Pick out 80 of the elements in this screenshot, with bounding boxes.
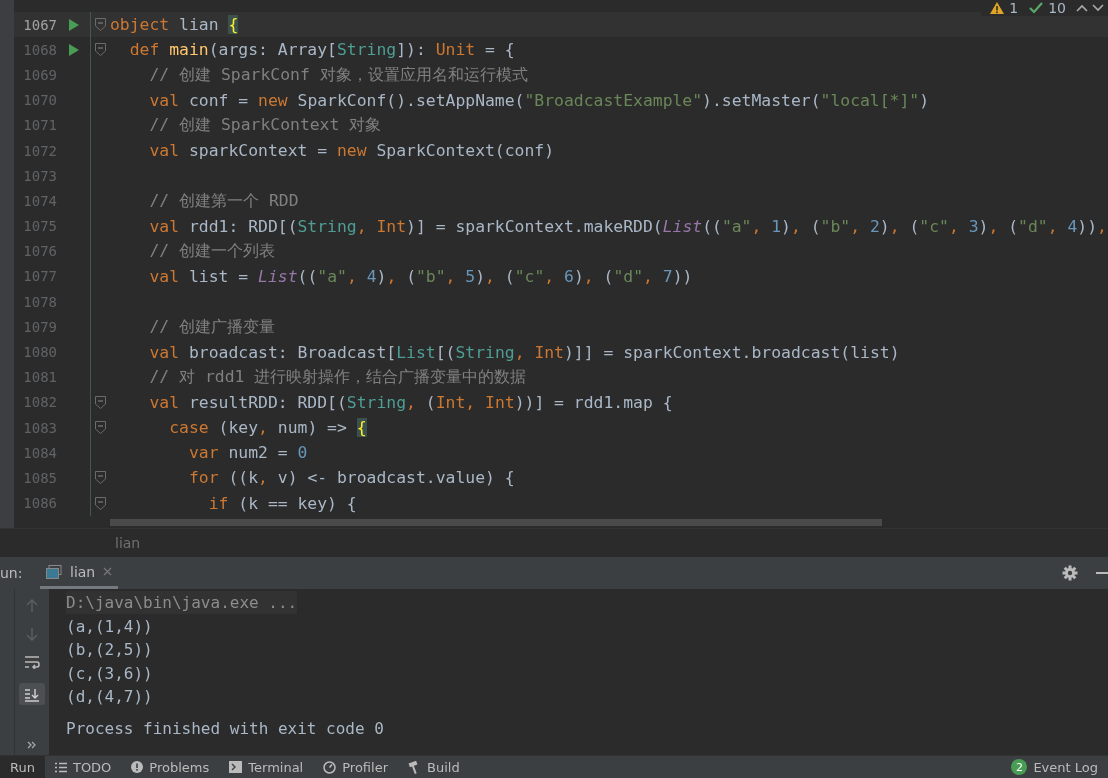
- tool-window-button[interactable]: Run: [0, 756, 45, 778]
- code-line: // 创建广播变量: [148, 315, 276, 338]
- line-number: 1080: [22, 344, 57, 361]
- code-line: // 创建第一个 RDD: [148, 189, 299, 212]
- line-number: 1084: [22, 444, 57, 461]
- close-icon[interactable]: [103, 567, 113, 576]
- settings-icon[interactable]: [1062, 565, 1078, 581]
- line-number: 1086: [22, 495, 57, 512]
- fold-icon[interactable]: [95, 421, 106, 435]
- list-icon: [54, 761, 67, 773]
- check-count: 10: [1048, 0, 1066, 16]
- code-line: if (k == key) {: [207, 493, 357, 513]
- code-line: val conf = new SparkConf().setAppName("BroadcastExample").setMaster("local[*]"): [148, 90, 930, 110]
- arrow-down-icon[interactable]: [26, 627, 38, 641]
- fold-icon[interactable]: [95, 395, 106, 409]
- code-line: var num2 = 0: [187, 443, 308, 463]
- scroll-to-end-button[interactable]: [19, 683, 45, 705]
- tool-window-button[interactable]: Problems: [121, 756, 220, 778]
- code-line: def main(args: Array[String]): Unit = {: [128, 40, 515, 60]
- chevron-up-icon[interactable]: [1076, 3, 1088, 13]
- code-line: // 创建 SparkConf 对象，设置应用名和运行模式: [148, 63, 528, 86]
- terminal-icon: [229, 761, 243, 773]
- warning-count: 1: [1009, 0, 1019, 16]
- fold-icon[interactable]: [95, 471, 106, 485]
- line-number: 1085: [22, 469, 57, 486]
- line-number: 1072: [22, 142, 57, 159]
- panel-title: un:: [0, 565, 24, 581]
- event-log-button[interactable]: 2 Event Log: [1001, 756, 1108, 778]
- fold-icon[interactable]: [95, 496, 106, 510]
- code-line: // 创建 SparkContext 对象: [148, 114, 382, 137]
- tool-window-button[interactable]: Terminal: [219, 756, 314, 778]
- code-line: val list = List(("a", 4), ("b", 5), ("c", 6), ("d", 7)): [148, 266, 693, 286]
- run-icon[interactable]: [68, 43, 79, 56]
- console-output: Process finished with exit code 0: [66, 718, 384, 738]
- code-line: case (key, num) => {: [168, 418, 367, 438]
- alert-icon: [131, 761, 144, 773]
- breadcrumb[interactable]: lian: [115, 535, 141, 551]
- fold-icon[interactable]: [95, 18, 106, 32]
- console-output: (a,(1,4)): [66, 616, 153, 636]
- line-number: 1079: [22, 318, 57, 335]
- line-number: 1067: [22, 16, 57, 33]
- check-icon: [1028, 1, 1045, 15]
- code-line: for ((k, v) <- broadcast.value) {: [187, 468, 515, 488]
- code-line: object lian {: [110, 15, 239, 35]
- line-number: 1075: [22, 218, 57, 235]
- line-number: 1069: [22, 66, 57, 83]
- fold-icon[interactable]: [95, 43, 106, 57]
- line-number: 1070: [22, 92, 57, 109]
- code-line: // 对 rdd1 进行映射操作，结合广播变量中的数据: [148, 366, 527, 389]
- scrollbar-thumb[interactable]: [110, 519, 882, 526]
- more-icon[interactable]: [27, 741, 37, 749]
- line-number: 1074: [22, 192, 57, 209]
- minimize-icon[interactable]: [1096, 571, 1108, 575]
- line-number: 1078: [22, 293, 57, 310]
- tool-window-button[interactable]: TODO: [44, 756, 122, 778]
- code-line: val sparkContext = new SparkContext(conf): [148, 141, 555, 161]
- gauge-icon: [323, 760, 337, 774]
- code-line: // 创建一个列表: [148, 240, 276, 263]
- console-output: (b,(2,5)): [66, 640, 153, 660]
- run-icon[interactable]: [68, 18, 79, 31]
- chevron-down-icon[interactable]: [1092, 3, 1104, 13]
- line-number: 1068: [22, 41, 57, 58]
- line-number: 1083: [22, 419, 57, 436]
- line-number: 1082: [22, 394, 57, 411]
- tool-window-button[interactable]: Build: [398, 756, 470, 778]
- line-number: 1076: [22, 243, 57, 260]
- console-output: (c,(3,6)): [66, 663, 153, 683]
- tool-window-button[interactable]: Profiler: [313, 756, 398, 778]
- soft-wrap-icon[interactable]: [24, 655, 40, 669]
- line-number: 1073: [22, 167, 57, 184]
- console-output: (d,(4,7)): [66, 687, 153, 707]
- code-line: val rdd1: RDD[(String, Int)] = sparkContext.makeRDD(List(("a", 1), ("b", 2), ("c", 3), ("d", 4)),: [148, 216, 1107, 236]
- code-line: val resultRDD: RDD[(String, (Int, Int))] = rdd1.map {: [148, 392, 673, 412]
- console-icon: [46, 564, 62, 579]
- line-number: 1077: [22, 268, 57, 285]
- code-line: val broadcast: Broadcast[List[(String, Int)]] = sparkContext.broadcast(list): [148, 342, 900, 362]
- line-number: 1081: [22, 369, 57, 386]
- line-number: 1071: [22, 117, 57, 134]
- scroll-end-icon: [24, 688, 40, 702]
- arrow-up-icon[interactable]: [26, 599, 38, 613]
